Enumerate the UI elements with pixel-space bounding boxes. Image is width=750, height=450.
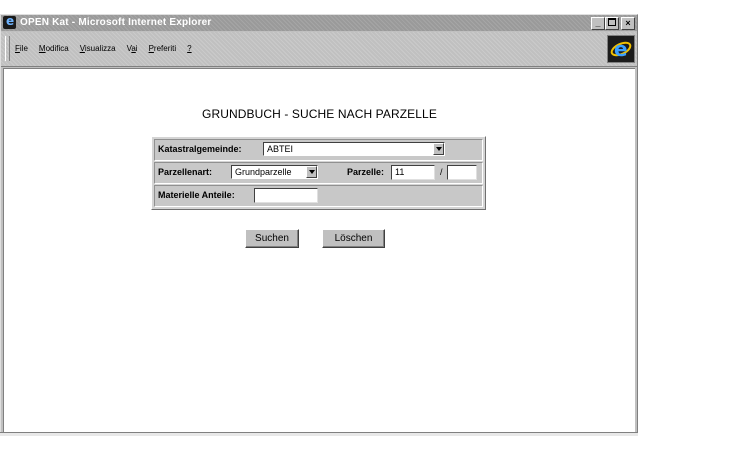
search-button[interactable]: Suchen (245, 229, 299, 248)
close-button[interactable]: × (621, 17, 635, 30)
katastralgemeinde-select[interactable]: ABTEI (263, 142, 445, 156)
menu-preferiti[interactable]: Preferiti (149, 44, 177, 53)
menu-file[interactable]: File (15, 44, 28, 53)
row-katastralgemeinde: Katastralgemeinde: ABTEI (154, 139, 483, 161)
minimize-button[interactable]: _ (591, 17, 605, 30)
parzellenart-label: Parzellenart: (158, 167, 213, 177)
menu-grip[interactable] (5, 36, 10, 61)
parzelle-sub-input[interactable] (447, 165, 477, 180)
title-bar[interactable]: OPEN Kat - Microsoft Internet Explorer _… (1, 13, 637, 31)
page-title: GRUNDBUCH - SUCHE NACH PARZELLE (202, 107, 437, 121)
page-content: GRUNDBUCH - SUCHE NACH PARZELLE Katastra… (3, 68, 635, 433)
browser-window: OPEN Kat - Microsoft Internet Explorer _… (0, 13, 638, 436)
window-title: OPEN Kat - Microsoft Internet Explorer (20, 17, 212, 28)
menu-items: File Modifica Visualizza Vai Preferiti ? (15, 44, 192, 53)
row-parzelle: Parzellenart: Grundparzelle Parzelle: 11… (154, 162, 483, 184)
menu-help[interactable]: ? (187, 44, 191, 53)
clear-button[interactable]: Löschen (322, 229, 385, 248)
parzelle-label: Parzelle: (347, 167, 385, 177)
parzelle-separator: / (440, 167, 443, 177)
parzellenart-value: Grundparzelle (235, 167, 292, 177)
menu-vai[interactable]: Vai (127, 44, 138, 53)
search-form: Katastralgemeinde: ABTEI Parzellenart: G… (151, 136, 486, 210)
katastralgemeinde-value: ABTEI (267, 144, 294, 154)
dropdown-arrow-icon[interactable] (306, 166, 317, 178)
menu-bar: File Modifica Visualizza Vai Preferiti ?… (1, 32, 637, 67)
katastralgemeinde-label: Katastralgemeinde: (158, 144, 242, 154)
parzelle-input[interactable]: 11 (391, 165, 435, 180)
window-controls: _ × (591, 17, 635, 30)
menu-modifica[interactable]: Modifica (39, 44, 69, 53)
window-bottom-edge (0, 432, 638, 436)
ie-app-icon[interactable] (3, 13, 16, 29)
maximize-button[interactable] (605, 17, 619, 30)
menu-visualizza[interactable]: Visualizza (80, 44, 116, 53)
materielle-anteile-input[interactable] (254, 188, 318, 203)
internet-explorer-logo-icon: e (607, 35, 635, 63)
dropdown-arrow-icon[interactable] (433, 143, 444, 155)
svg-text:e: e (614, 38, 628, 60)
parzellenart-select[interactable]: Grundparzelle (231, 165, 318, 179)
maximize-icon (608, 18, 616, 26)
row-materielle-anteile: Materielle Anteile: (154, 185, 483, 207)
materielle-anteile-label: Materielle Anteile: (158, 190, 235, 200)
